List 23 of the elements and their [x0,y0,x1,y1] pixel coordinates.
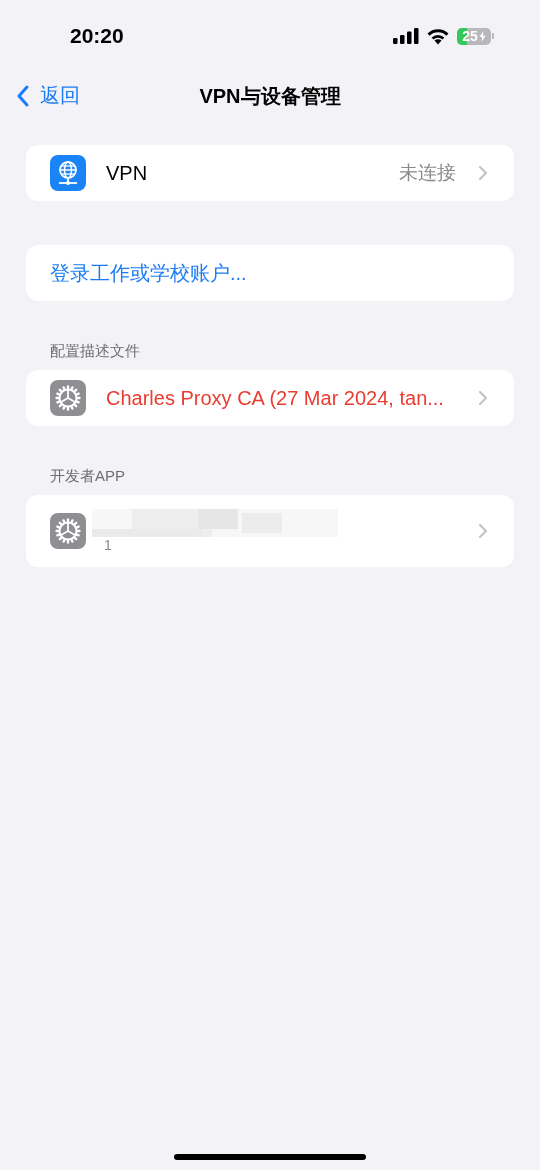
row-value: 未连接 [399,161,456,185]
chevron-icon [478,165,488,181]
section-header: 配置描述文件 [49,342,141,361]
list-row[interactable]: 登录工作或学校账户... [26,245,514,301]
chevron-icon [478,390,488,406]
status-time: 20:20 [70,24,124,48]
wifi-icon [426,27,450,45]
list-row[interactable]: Charles Proxy CA (27 Mar 2024, tan... [26,370,514,426]
signal-icon [393,28,419,44]
list-row[interactable]: VPN 未连接 [26,145,514,201]
chevron-icon [478,523,488,539]
page-title: VPN与设备管理 [199,83,341,109]
back-chevron-icon [16,83,30,108]
row-label: VPN [106,161,149,185]
back-button[interactable]: 返回 [16,82,80,109]
list-row[interactable]: 1 [26,495,514,567]
gear-icon [50,380,86,416]
row-label: 登录工作或学校账户... [50,260,247,286]
row-label: Charles Proxy CA (27 Mar 2024, tan... [106,386,445,410]
section-header: 开发者APP [49,467,126,486]
globe-icon [50,155,86,191]
row-subtitle: 1 [103,537,113,553]
gear-icon [50,513,86,549]
